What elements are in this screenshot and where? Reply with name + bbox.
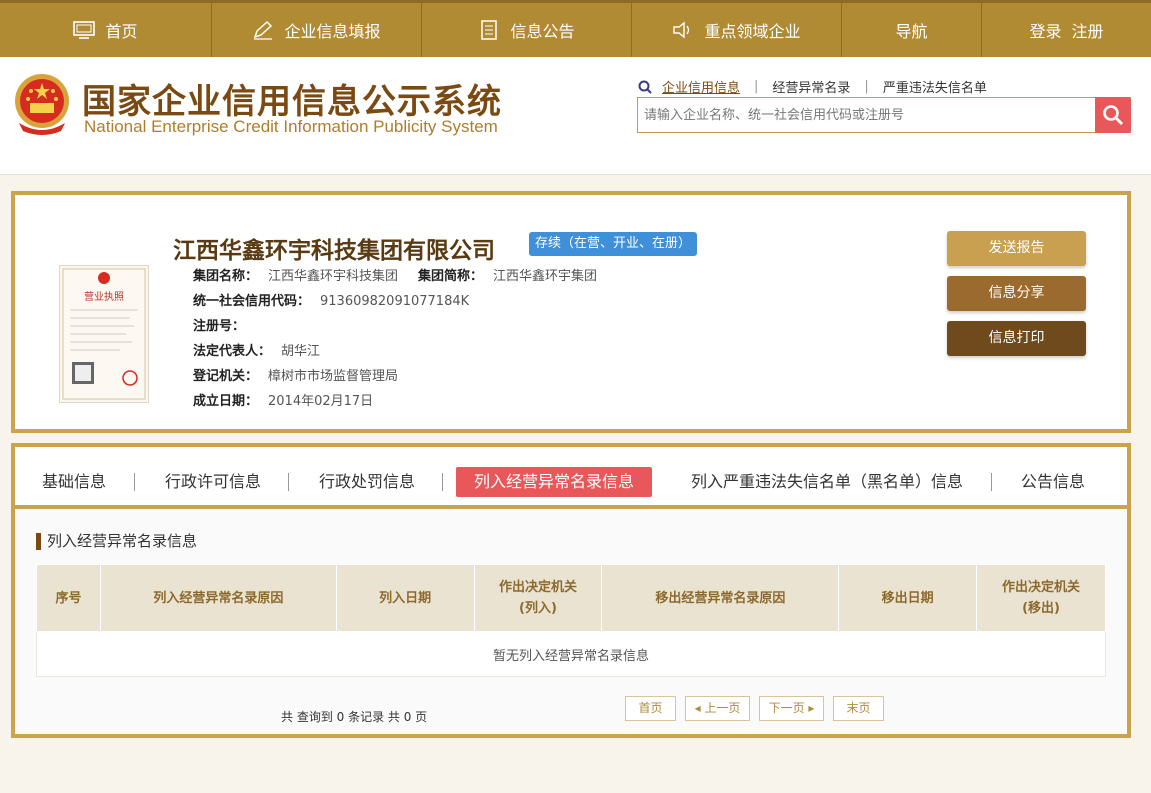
nav-key-enterprise-label: 重点领域企业 bbox=[704, 22, 801, 41]
tab-divider bbox=[134, 473, 135, 491]
send-report-button[interactable]: 发送报告 bbox=[947, 231, 1086, 266]
reg-authority-value: 樟树市市场监督管理局 bbox=[268, 369, 399, 384]
print-info-button[interactable]: 信息打印 bbox=[947, 321, 1086, 356]
nav-announcement-label: 信息公告 bbox=[510, 22, 575, 41]
tab-divider bbox=[442, 473, 443, 491]
reg-authority-row: 登记机关： 樟树市市场监督管理局 bbox=[193, 365, 398, 384]
national-emblem-icon bbox=[15, 74, 69, 135]
divider: | bbox=[754, 79, 759, 94]
nav-key-enterprise[interactable]: 重点领域企业 bbox=[632, 3, 842, 57]
col-list-date: 列入日期 bbox=[335, 564, 475, 632]
abnormal-records-table: 序号 列入经营异常名录原因 列入日期 作出决定机关 (列入) 移出经营异常名录原… bbox=[36, 564, 1106, 677]
nav-home[interactable]: 首页 bbox=[0, 3, 212, 57]
empty-message: 暂无列入经营异常名录信息 bbox=[36, 631, 1106, 677]
document-icon bbox=[481, 20, 498, 40]
share-info-button[interactable]: 信息分享 bbox=[947, 276, 1086, 311]
license-document-icon: 营业执照 bbox=[62, 268, 146, 400]
tab-divider bbox=[288, 473, 289, 491]
group-name-value: 江西华鑫环宇科技集团 bbox=[268, 269, 399, 284]
nav-announcement[interactable]: 信息公告 bbox=[422, 3, 632, 57]
section-title: 列入经营异常名录信息 bbox=[36, 533, 197, 550]
business-license-image[interactable]: 营业执照 bbox=[59, 265, 149, 403]
nav-fill-info-label: 企业信息填报 bbox=[284, 22, 381, 41]
link-abnormal-list[interactable]: 经营异常名录 bbox=[772, 77, 850, 96]
license-title: 营业执照 bbox=[84, 290, 124, 303]
login-link[interactable]: 登录 bbox=[1029, 18, 1061, 42]
pen-icon bbox=[254, 20, 273, 40]
search-icon bbox=[1103, 105, 1124, 126]
tab-content: 列入经营异常名录信息 序号 列入经营异常名录原因 列入日期 作出决定机关 (列入… bbox=[15, 509, 1127, 734]
group-name-label: 集团名称： bbox=[193, 269, 259, 284]
site-subtitle: National Enterprise Credit Information P… bbox=[84, 117, 498, 136]
nav-guide[interactable]: 导航 bbox=[842, 3, 982, 57]
est-date-row: 成立日期： 2014年02月17日 bbox=[193, 390, 373, 409]
prev-page-button[interactable]: ◂ 上一页 bbox=[685, 696, 750, 721]
col-list-reason: 列入经营异常名录原因 bbox=[99, 564, 337, 632]
group-name-row: 集团名称： 江西华鑫环宇科技集团 集团简称： 江西华鑫环宇集团 bbox=[193, 265, 597, 284]
group-short-value: 江西华鑫环宇集团 bbox=[493, 269, 598, 284]
col-index: 序号 bbox=[36, 564, 101, 632]
register-link[interactable]: 注册 bbox=[1072, 18, 1104, 42]
next-page-button[interactable]: 下一页 ▸ bbox=[759, 696, 824, 721]
search-input[interactable] bbox=[638, 98, 1095, 132]
nav-home-label: 首页 bbox=[105, 22, 138, 41]
legal-rep-label: 法定代表人： bbox=[193, 344, 272, 359]
nav-auth: 登录 注册 bbox=[982, 3, 1151, 57]
link-blacklist[interactable]: 严重违法失信名单 bbox=[883, 77, 987, 96]
site-header: 国家企业信用信息公示系统 National Enterprise Credit … bbox=[0, 57, 1151, 175]
tab-bar: 基础信息 行政许可信息 行政处罚信息 列入经营异常名录信息 列入严重违法失信名单… bbox=[15, 447, 1127, 509]
col-remove-reason: 移出经营异常名录原因 bbox=[601, 564, 840, 632]
tab-blacklist[interactable]: 列入严重违法失信名单（黑名单）信息 bbox=[691, 467, 963, 497]
reg-no-row: 注册号： bbox=[193, 315, 255, 334]
status-badge: 存续（在营、开业、在册） bbox=[529, 232, 698, 256]
divider: | bbox=[864, 79, 869, 94]
tab-admin-penalty[interactable]: 行政处罚信息 bbox=[319, 467, 415, 497]
link-credit-info[interactable]: 企业信用信息 bbox=[662, 77, 740, 96]
tab-admin-license[interactable]: 行政许可信息 bbox=[165, 467, 261, 497]
speaker-icon bbox=[673, 21, 690, 39]
tab-divider bbox=[991, 473, 992, 491]
table-row: 暂无列入经营异常名录信息 bbox=[36, 631, 1106, 677]
next-page-label: 下一页 bbox=[768, 701, 805, 715]
tab-abnormal-list[interactable]: 列入经营异常名录信息 bbox=[456, 467, 653, 497]
group-short-label: 集团简称： bbox=[418, 269, 484, 284]
last-page-button[interactable]: 末页 bbox=[833, 696, 884, 721]
company-summary-panel: 营业执照 江西华鑫环宇科技集团有限公司 存续（在营、开业、在册） 集团名称： 江西… bbox=[11, 191, 1131, 433]
search-type-links: 企业信用信息 | 经营异常名录 | 严重违法失信名单 bbox=[638, 77, 987, 96]
est-date-label: 成立日期： bbox=[193, 394, 259, 409]
tab-announcements[interactable]: 公告信息 bbox=[1021, 467, 1085, 497]
monitor-icon bbox=[73, 21, 96, 39]
nav-fill-info[interactable]: 企业信息填报 bbox=[212, 3, 422, 57]
prev-page-label: 上一页 bbox=[704, 701, 741, 715]
chevron-left-icon: ◂ bbox=[694, 701, 705, 715]
est-date-value: 2014年02月17日 bbox=[268, 394, 374, 409]
col-remove-authority: 作出决定机关 (移出) bbox=[976, 564, 1106, 632]
legal-rep-row: 法定代表人： 胡华江 bbox=[193, 340, 320, 359]
first-page-button[interactable]: 首页 bbox=[625, 696, 676, 721]
col-list-authority: 作出决定机关 (列入) bbox=[473, 564, 603, 632]
site-title: 国家企业信用信息公示系统 bbox=[82, 82, 502, 122]
col-remove-date: 移出日期 bbox=[838, 564, 978, 632]
search-box bbox=[637, 97, 1131, 133]
table-header-row: 序号 列入经营异常名录原因 列入日期 作出决定机关 (列入) 移出经营异常名录原… bbox=[36, 564, 1106, 632]
credit-code-label: 统一社会信用代码： bbox=[193, 294, 311, 309]
legal-rep-value: 胡华江 bbox=[281, 344, 321, 359]
credit-code-value: 91360982091077184K bbox=[320, 294, 470, 309]
company-name: 江西华鑫环宇科技集团有限公司 bbox=[173, 238, 495, 264]
tab-basic-info[interactable]: 基础信息 bbox=[42, 467, 106, 497]
nav-guide-label: 导航 bbox=[895, 22, 928, 41]
reg-no-label: 注册号： bbox=[193, 319, 246, 334]
detail-tabs-panel: 基础信息 行政许可信息 行政处罚信息 列入经营异常名录信息 列入严重违法失信名单… bbox=[11, 443, 1131, 738]
search-icon bbox=[638, 80, 652, 94]
top-nav: 首页 企业信息填报 信息公告 重点领域企业 导航 登录 注册 bbox=[0, 0, 1151, 57]
reg-authority-label: 登记机关： bbox=[193, 369, 259, 384]
pager-summary: 共 查询到 0 条记录 共 0 页 bbox=[281, 710, 428, 724]
credit-code-row: 统一社会信用代码： 91360982091077184K bbox=[193, 290, 469, 309]
chevron-right-icon: ▸ bbox=[804, 701, 815, 715]
search-button[interactable] bbox=[1095, 97, 1131, 133]
